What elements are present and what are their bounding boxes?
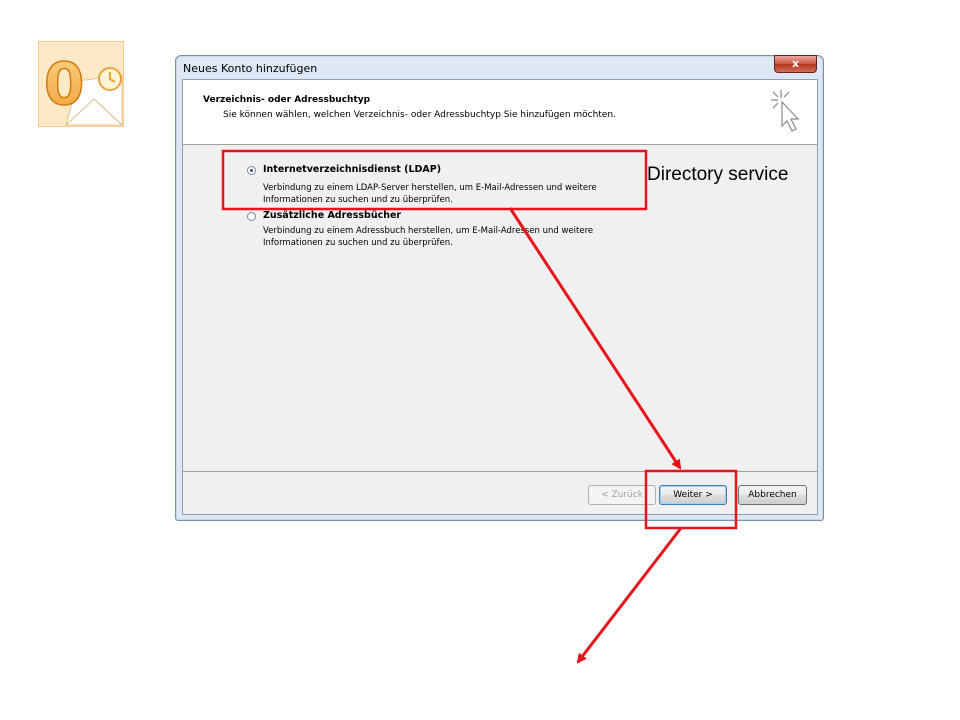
outlook-logo-icon: 0 [38, 41, 124, 127]
option-address-books-description: Verbindung zu einem Adressbuch herstelle… [263, 226, 594, 248]
radio-address-books[interactable] [247, 212, 256, 221]
add-account-dialog: Neues Konto hinzufügen x Verzeichnis- od… [175, 55, 824, 521]
option-address-books-label: Zusätzliche Adressbücher [263, 210, 402, 221]
wizard-header: Verzeichnis- oder Adressbuchtyp Sie könn… [183, 80, 817, 145]
arrow-down [576, 527, 683, 664]
back-button[interactable]: < Zurück [588, 485, 656, 505]
option-ldap-description: Verbindung zu einem LDAP-Server herstell… [263, 183, 597, 205]
window-title: Neues Konto hinzufügen [183, 62, 318, 75]
radio-ldap[interactable] [247, 166, 256, 175]
annotation-label: Directory service [647, 164, 789, 185]
close-icon: x [791, 57, 800, 70]
next-button[interactable]: Weiter > [659, 485, 727, 505]
option-ldap-label: Internetverzeichnisdienst (LDAP) [263, 164, 442, 175]
wizard-cursor-icon [771, 90, 800, 132]
footer-divider [183, 471, 817, 472]
page-title: Verzeichnis- oder Adressbuchtyp [203, 95, 371, 105]
dialog-content: Verzeichnis- oder Adressbuchtyp Sie könn… [182, 79, 818, 515]
svg-text:0: 0 [44, 50, 84, 118]
title-bar[interactable]: Neues Konto hinzufügen x [176, 55, 823, 78]
close-button[interactable]: x [774, 55, 817, 73]
cancel-button[interactable]: Abbrechen [738, 485, 807, 505]
page-subtitle: Sie können wählen, welchen Verzeichnis- … [223, 110, 616, 120]
